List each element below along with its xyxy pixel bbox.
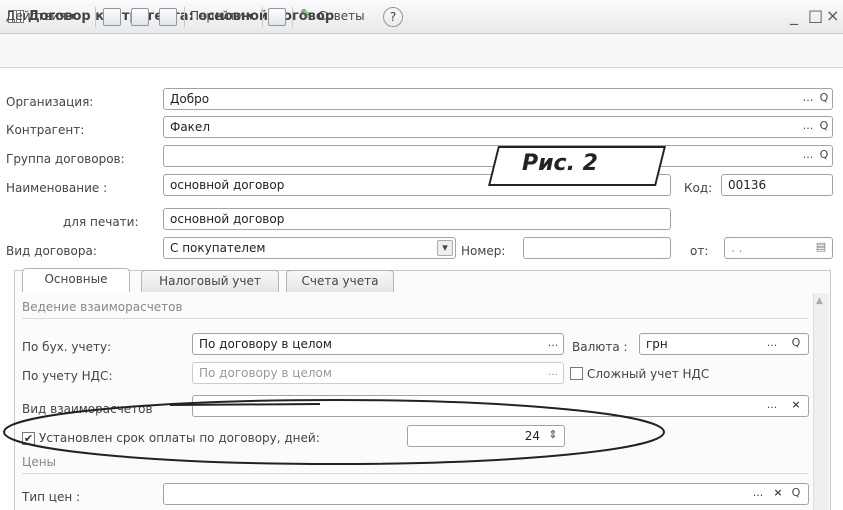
organization-search-icon[interactable]: Q — [816, 91, 832, 107]
price-type-search-icon[interactable]: Q — [788, 486, 804, 502]
accounting-field[interactable]: По договору в целом — [192, 333, 564, 355]
accounting-lookup-button[interactable]: ... — [545, 336, 561, 352]
maximize-button[interactable]: □ — [808, 6, 823, 25]
actions-menu-button[interactable]: Действия ▾ — [6, 9, 76, 23]
settlements-section-title: Ведение взаиморасчетов — [22, 300, 183, 314]
code-label: Код: — [684, 181, 713, 195]
minimize-button[interactable]: _ — [790, 6, 798, 25]
highlight-ellipse — [3, 399, 665, 465]
tips-icon: ✎ — [300, 7, 312, 23]
contract-group-search-icon[interactable]: Q — [816, 148, 832, 164]
counterparty-lookup-button[interactable]: ... — [800, 119, 816, 135]
counterparty-label: Контрагент: — [6, 123, 85, 137]
print-name-field[interactable]: основной договор — [163, 208, 671, 230]
price-type-label: Тип цен : — [22, 490, 81, 504]
currency-search-icon[interactable]: Q — [788, 336, 804, 352]
section-divider — [22, 318, 808, 319]
currency-lookup-button[interactable]: ... — [764, 336, 780, 352]
save-icon[interactable] — [103, 8, 121, 26]
name-label: Наименование : — [6, 181, 108, 195]
contract-group-lookup-button[interactable]: ... — [800, 148, 816, 164]
currency-label: Валюта : — [572, 340, 628, 354]
toolbar-separator — [262, 7, 263, 27]
currency-field[interactable]: грн — [639, 333, 809, 355]
prices-section-title: Цены — [22, 455, 57, 469]
scroll-up-icon[interactable]: ▲ — [816, 296, 823, 306]
figure-callout-text: Рис. 2 — [522, 151, 598, 176]
counterparty-field[interactable]: Факел — [163, 116, 833, 138]
vat-accounting-field[interactable]: По договору в целом — [192, 362, 564, 384]
toolbar-separator — [292, 7, 293, 27]
close-button[interactable]: × — [826, 6, 839, 25]
tips-button[interactable]: Советы — [318, 9, 365, 23]
date-from-label: от: — [690, 244, 709, 258]
organization-label: Организация: — [6, 95, 94, 109]
number-label: Номер: — [461, 244, 506, 258]
print-name-label: для печати: — [63, 215, 139, 229]
tab-accounts[interactable]: Счета учета — [286, 270, 394, 292]
accounting-label: По бух. учету: — [22, 340, 112, 354]
complex-vat-label: Сложный учет НДС — [587, 367, 710, 381]
help-button[interactable]: ? — [383, 7, 403, 27]
structure-icon[interactable] — [131, 8, 149, 26]
toolbar-separator — [184, 7, 185, 27]
tab-tax-accounting[interactable]: Налоговый учет — [141, 270, 279, 292]
toolbar-separator — [95, 7, 96, 27]
section-divider — [22, 473, 808, 474]
price-type-field[interactable] — [163, 483, 809, 505]
counterparty-search-icon[interactable]: Q — [816, 119, 832, 135]
number-field[interactable] — [523, 237, 671, 259]
contract-type-select[interactable]: С покупателем — [163, 237, 456, 259]
price-type-clear-icon[interactable]: × — [770, 486, 786, 502]
vat-accounting-label: По учету НДС: — [22, 369, 113, 383]
vat-accounting-lookup-button[interactable]: ... — [545, 365, 561, 381]
goto-menu-button[interactable]: Перейти ▾ — [190, 9, 254, 23]
contract-group-label: Группа договоров: — [6, 152, 125, 166]
list-icon[interactable] — [268, 8, 286, 26]
organization-field[interactable]: Добро — [163, 88, 833, 110]
document-icon[interactable] — [159, 8, 177, 26]
complex-vat-checkbox[interactable] — [570, 367, 583, 380]
code-field[interactable]: 00136 — [721, 174, 833, 196]
contract-type-label: Вид договора: — [6, 244, 97, 258]
tab-main[interactable]: Основные — [22, 268, 130, 292]
calendar-icon[interactable]: ▤ — [813, 240, 829, 256]
toolbar — [0, 34, 843, 68]
price-type-lookup-button[interactable]: ... — [750, 486, 766, 502]
chevron-down-icon[interactable]: ▾ — [437, 240, 453, 256]
organization-lookup-button[interactable]: ... — [800, 91, 816, 107]
